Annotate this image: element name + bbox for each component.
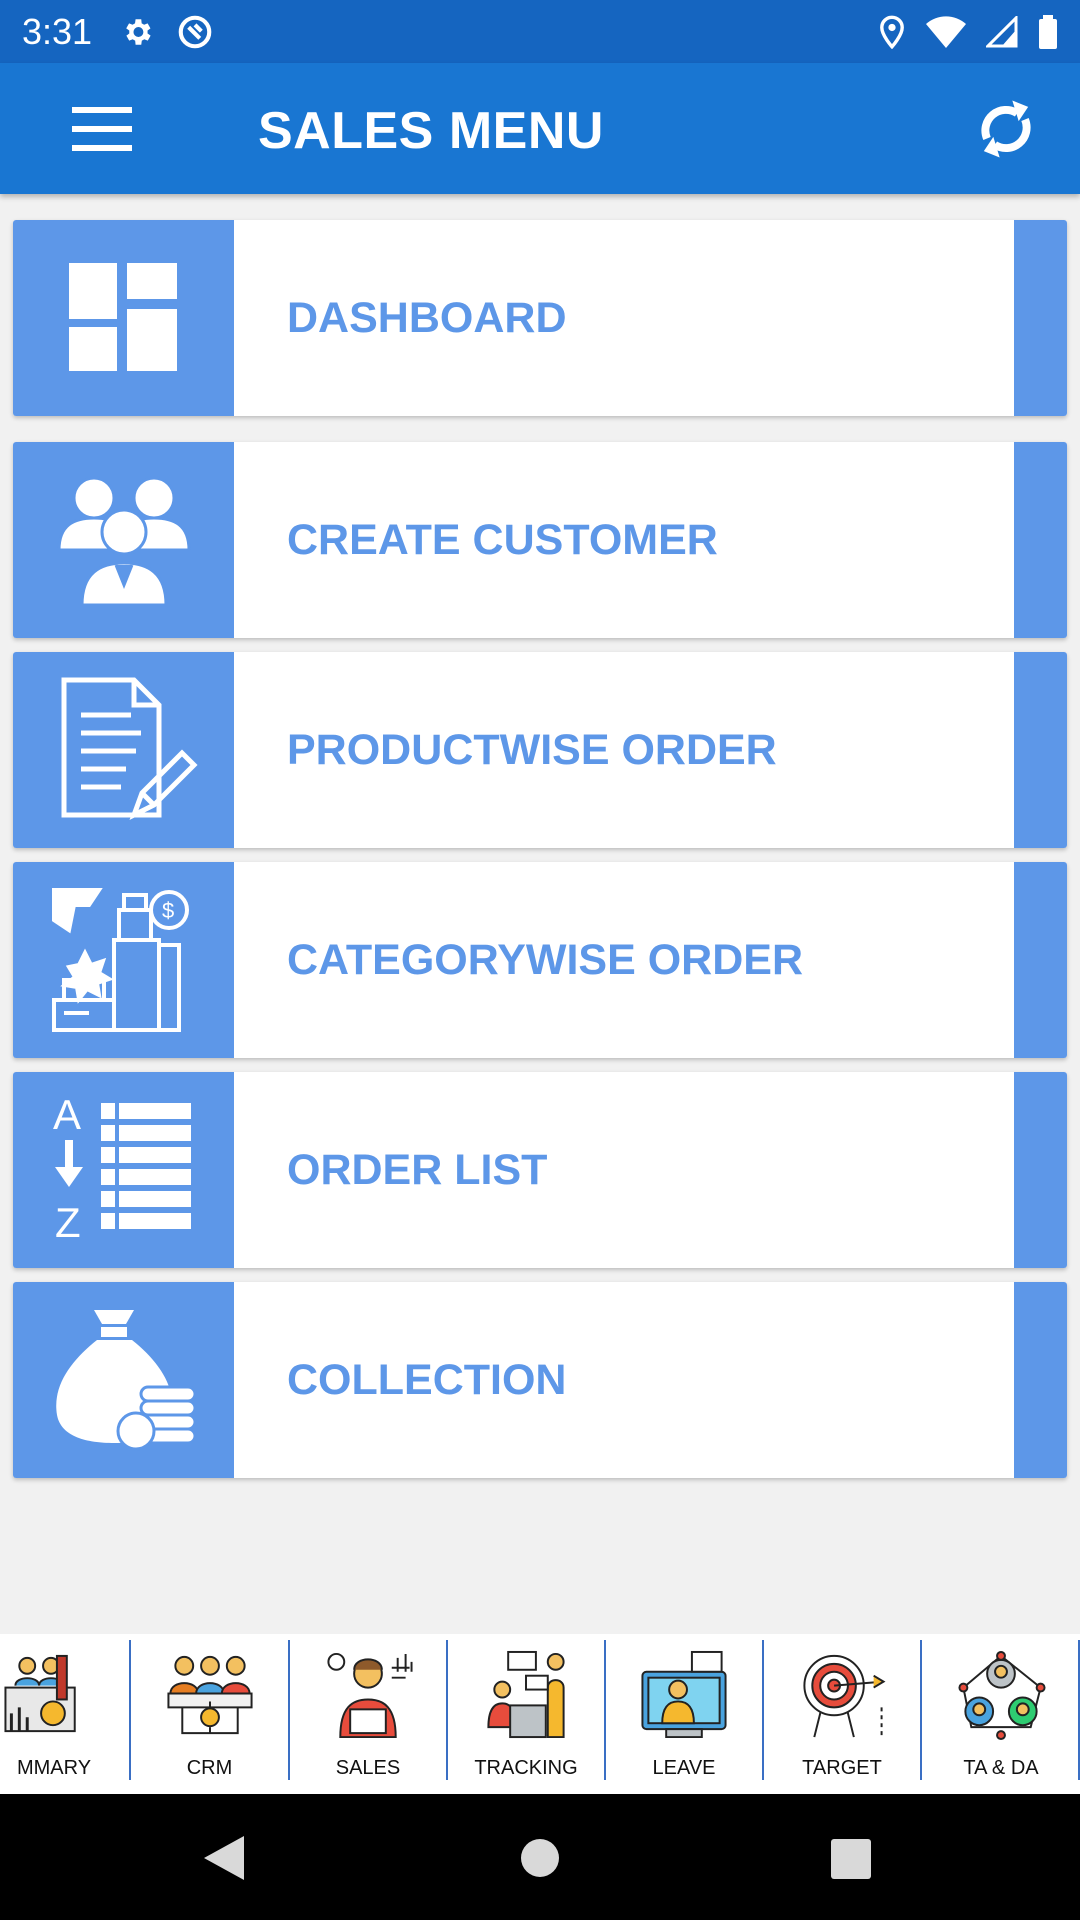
refresh-button[interactable] [968,91,1044,167]
app-bar: SALES MENU [0,63,1080,194]
target-icon [803,1654,886,1738]
money-bag-icon [13,1282,234,1478]
menu-card-label: PRODUCTWISE ORDER [287,725,777,774]
nav-tab-target[interactable]: TARGET [764,1642,920,1780]
nav-tab-leave[interactable]: LEAVE [606,1642,762,1780]
status-bar: 3:31 [0,0,1080,63]
menu-card-label: CREATE CUSTOMER [287,515,718,564]
nav-tab-tracking[interactable]: TRACKING [448,1642,604,1780]
menu-card-label: COLLECTION [287,1355,567,1404]
menu-card-productwise-order[interactable]: PRODUCTWISE ORDER [13,652,1067,848]
nav-tab-label: TARGET [802,1757,882,1779]
nav-tab-label: SALES [335,1757,401,1779]
sync-circle-icon [178,15,212,48]
battery-icon [1039,14,1057,49]
hamburger-icon-line [72,145,132,151]
nav-tab-label: LEAVE [652,1757,716,1779]
nav-tab-summary[interactable]: MMARY [0,1642,128,1780]
menu-card-create-customer[interactable]: CREATE CUSTOMER [13,442,1067,638]
nav-tab-label: TRACKING [474,1757,578,1779]
hamburger-icon-line [72,107,132,113]
menu-card-label: CATEGORYWISE ORDER [287,935,804,984]
sales-icon [327,1652,413,1739]
menu-card-label: ORDER LIST [287,1145,548,1194]
wifi-icon [926,15,966,48]
card-accent-strip [1014,862,1067,1058]
menu-card-collection[interactable]: COLLECTION [13,1282,1067,1478]
settings-gear-icon [126,18,151,45]
hamburger-menu-button[interactable] [60,101,144,157]
ta-da-icon [958,1650,1046,1741]
location-icon [880,15,904,49]
summary-icon [4,1654,76,1733]
products-category-icon: $ [13,862,234,1058]
tracking-icon [487,1650,565,1739]
az-list-icon: A Z [13,1072,234,1268]
nav-tab-sales[interactable]: SALES [290,1642,446,1780]
svg-text:$: $ [162,898,174,923]
system-navigation-bar [0,1794,1080,1920]
menu-card-categorywise-order[interactable]: $ CATEGORYWISE ORDER [13,862,1067,1058]
menu-card-order-list[interactable]: A Z ORDER LIST [13,1072,1067,1268]
svg-text:A: A [53,1095,81,1138]
menu-card-label: DASHBOARD [287,293,567,342]
card-accent-strip [1014,220,1067,416]
customers-icon [13,442,234,638]
document-edit-icon [13,652,234,848]
card-accent-strip [1014,652,1067,848]
nav-tab-crm[interactable]: CRM [131,1642,288,1780]
page-title: SALES MENU [258,102,604,160]
hamburger-icon-line [72,126,132,132]
nav-tab-label: CRM [186,1757,233,1779]
card-accent-strip [1014,442,1067,638]
card-accent-strip [1014,1072,1067,1268]
svg-text:Z: Z [55,1199,81,1245]
recents-square-icon[interactable] [831,1839,871,1879]
bottom-navigation-bar: MMARY CRM SALES TRACKING LEAVE TARGET TA… [0,1634,1080,1794]
back-triangle-icon[interactable] [204,1836,244,1880]
status-time: 3:31 [22,10,93,52]
nav-tab-label: MMARY [16,1757,92,1779]
card-accent-strip [1014,1282,1067,1478]
nav-tab-ta-da[interactable]: TA & DA [922,1642,1080,1780]
home-circle-icon[interactable] [520,1838,560,1878]
signal-icon [986,15,1018,47]
nav-tab-label: TA & DA [963,1757,1039,1779]
leave-icon [641,1650,727,1739]
dashboard-icon [13,220,234,416]
menu-card-dashboard[interactable]: DASHBOARD [13,220,1067,416]
crm-icon [166,1655,253,1735]
